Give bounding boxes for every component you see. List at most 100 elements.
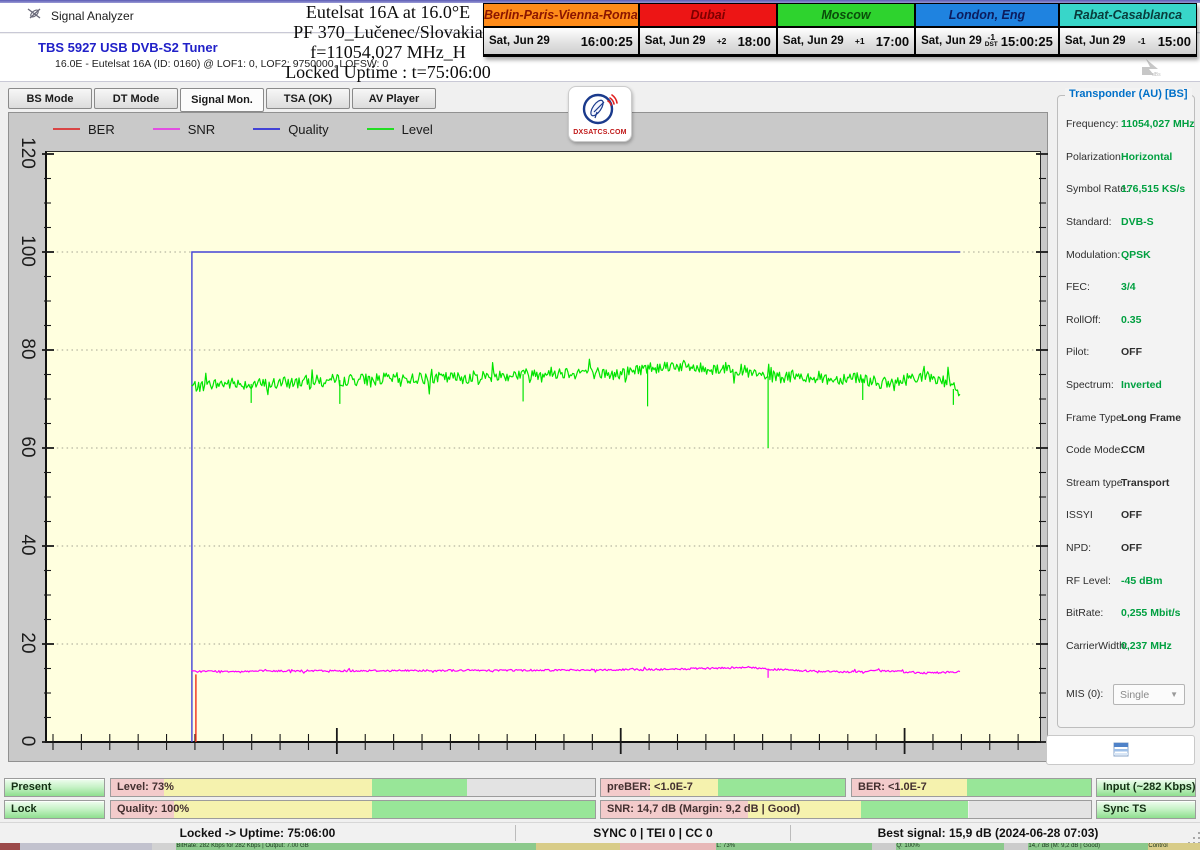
gauge-input-282-kbps-: Input (~282 Kbps) bbox=[1096, 778, 1196, 797]
legend-item-quality: Quality bbox=[253, 122, 328, 137]
clock-time-row: Sat, Jun 29+117:00 bbox=[778, 28, 914, 54]
tab-signal-mon-[interactable]: Signal Mon. bbox=[180, 88, 264, 112]
clock-city: London, Eng bbox=[916, 4, 1058, 28]
legend-swatch bbox=[253, 128, 280, 130]
occluded-segment: Control bbox=[1148, 843, 1200, 850]
transponder-row: Code Mode:CCM bbox=[1058, 434, 1194, 467]
transponder-row: Frequency:11054,027 MHz bbox=[1058, 108, 1194, 141]
occluded-segment: Q: 100% bbox=[896, 843, 1004, 850]
legend-swatch bbox=[53, 128, 80, 130]
legend-swatch bbox=[153, 128, 180, 130]
gauge-ber: BER: <1.0E-7 bbox=[851, 778, 1092, 797]
statusbar-uptime: Locked -> Uptime: 75:06:00 bbox=[0, 823, 515, 843]
mis-label: MIS (0): bbox=[1066, 688, 1103, 700]
transponder-rows: Frequency:11054,027 MHzPolarization:Hori… bbox=[1058, 108, 1194, 662]
clock-cell: MoscowSat, Jun 29+117:00 bbox=[776, 4, 914, 56]
signal-chart: BERSNRQualityLevel 020406080100120 bbox=[8, 112, 1048, 762]
overlay-line-uptime: Locked Uptime : t=75:06:00 bbox=[278, 63, 498, 82]
mis-row: MIS (0): Single ▼ bbox=[1058, 684, 1194, 706]
occluded-segment bbox=[872, 843, 896, 850]
tab-bs-mode[interactable]: BS Mode bbox=[8, 88, 92, 109]
legend-item-ber: BER bbox=[53, 122, 115, 137]
occluded-segment: L: 73% bbox=[716, 843, 872, 850]
clock-city: Rabat-Casablanca bbox=[1060, 4, 1196, 28]
mode-tabs: BS ModeDT ModeSignal Mon.TSA (OK)AV Play… bbox=[8, 88, 436, 112]
transponder-row: Stream type:Transport bbox=[1058, 467, 1194, 500]
mis-select[interactable]: Single ▼ bbox=[1113, 684, 1185, 705]
occluded-window-strip: BitRate: 282 Kbps for 282 Kbps | Output:… bbox=[0, 843, 1200, 850]
overlay-line-site: PF 370_Lučenec/Slovakia bbox=[278, 23, 498, 42]
gauge-lock: Lock bbox=[4, 800, 105, 819]
occluded-segment bbox=[620, 843, 716, 850]
gauge-present: Present bbox=[4, 778, 105, 797]
gauge-row-2: Lock Quality: 100%SNR: 14,7 dB (Margin: 9… bbox=[0, 800, 1200, 819]
dxsatcs-logo: DXSATCS.COM bbox=[568, 86, 632, 142]
transponder-row: FEC:3/4 bbox=[1058, 271, 1194, 304]
legend-swatch bbox=[367, 128, 394, 130]
transponder-panel: Transponder (AU) [BS] Frequency:11054,02… bbox=[1057, 95, 1195, 728]
overlay-line-frequency: f=11054,027 MHz_H bbox=[278, 43, 498, 62]
clock-time-row: Sat, Jun 29-1DST15:00:25 bbox=[916, 28, 1058, 54]
transponder-row: Polarization:Horizontal bbox=[1058, 141, 1194, 174]
transponder-row: ISSYIOFF bbox=[1058, 499, 1194, 532]
satellite-dish-icon bbox=[581, 92, 619, 128]
mis-value: Single bbox=[1120, 689, 1149, 701]
clock-cell: London, EngSat, Jun 29-1DST15:00:25 bbox=[914, 4, 1058, 56]
chevron-down-icon: ▼ bbox=[1170, 690, 1178, 699]
overlay-line-satellite: Eutelsat 16A at 16.0°E bbox=[278, 3, 498, 22]
chart-legend: BER SNR Quality Level bbox=[53, 120, 433, 138]
window-title: Signal Analyzer bbox=[51, 9, 134, 23]
clock-city: Berlin-Paris-Vienna-Roma bbox=[484, 4, 638, 28]
transponder-panel-title: Transponder (AU) [BS] bbox=[1065, 88, 1192, 100]
resize-grip-icon[interactable] bbox=[1193, 837, 1195, 839]
occluded-segment: BitRate: 282 Kbps for 282 Kbps | Output:… bbox=[176, 843, 536, 850]
transponder-row: Modulation:QPSK bbox=[1058, 238, 1194, 271]
transponder-row: RF Level:-45 dBm bbox=[1058, 564, 1194, 597]
gauge-preber: preBER: <1.0E-7 bbox=[600, 778, 846, 797]
occluded-segment bbox=[20, 843, 152, 850]
clock-time-row: Sat, Jun 29-115:00 bbox=[1060, 28, 1196, 54]
gauge-snr: SNR: 14,7 dB (Margin: 9,2 dB | Good) bbox=[600, 800, 1092, 819]
tab-tsa-ok-[interactable]: TSA (OK) bbox=[266, 88, 350, 109]
occluded-segment bbox=[152, 843, 176, 850]
occluded-segment: 14,7 dB (M: 9,2 dB | Good) bbox=[1028, 843, 1148, 850]
gauge-row-1: Present Level: 73%preBER: <1.0E-7 BER: <1.… bbox=[0, 778, 1200, 797]
app-icon bbox=[26, 5, 43, 27]
clock-time-row: Sat, Jun 2916:00:25 bbox=[484, 28, 638, 54]
transponder-row: Spectrum:Inverted bbox=[1058, 369, 1194, 402]
transponder-row: Symbol Rate:176,515 KS/s bbox=[1058, 173, 1194, 206]
transponder-row: CarrierWidth:0,237 MHz bbox=[1058, 630, 1194, 663]
clock-cell: DubaiSat, Jun 29+218:00 bbox=[638, 4, 776, 56]
statusbar-best-signal: Best signal: 15,9 dB (2024-06-28 07:03) bbox=[791, 823, 1185, 843]
gauge-sync-ts: Sync TS bbox=[1096, 800, 1196, 819]
statusbar-counters: SYNC 0 | TEI 0 | CC 0 bbox=[516, 823, 790, 843]
signal-analyzer-window: Signal Analyzer TBS 5927 USB DVB-S2 Tune… bbox=[0, 0, 1200, 850]
legend-item-snr: SNR bbox=[153, 122, 215, 137]
clock-cell: Rabat-CasablancaSat, Jun 29-115:00 bbox=[1058, 4, 1196, 56]
tab-dt-mode[interactable]: DT Mode bbox=[94, 88, 178, 109]
transponder-row: Pilot:OFF bbox=[1058, 336, 1194, 369]
layers-icon bbox=[1111, 742, 1131, 758]
overlay-caption: Eutelsat 16A at 16.0°E PF 370_Lučenec/Sl… bbox=[278, 2, 498, 84]
tuner-details: 16.0E - Eutelsat 16A (ID: 0160) @ LOF1: … bbox=[38, 58, 1200, 70]
legend-item-level: Level bbox=[367, 122, 433, 137]
clock-cell: Berlin-Paris-Vienna-RomaSat, Jun 2916:00… bbox=[484, 4, 638, 56]
tab-av-player[interactable]: AV Player bbox=[352, 88, 436, 109]
gauge-level: Level: 73% bbox=[110, 778, 596, 797]
plot-area bbox=[45, 151, 1041, 743]
logo-text: DXSATCS.COM bbox=[573, 129, 626, 136]
gauge-quality: Quality: 100% bbox=[110, 800, 596, 819]
transponder-row: RollOff:0.35 bbox=[1058, 304, 1194, 337]
transponder-row: Standard:DVB-S bbox=[1058, 206, 1194, 239]
transponder-row: NPD:OFF bbox=[1058, 532, 1194, 565]
clock-time-row: Sat, Jun 29+218:00 bbox=[640, 28, 776, 54]
occluded-segment bbox=[1004, 843, 1028, 850]
occluded-segment bbox=[536, 843, 620, 850]
occluded-segment bbox=[0, 843, 20, 850]
world-clocks: Berlin-Paris-Vienna-RomaSat, Jun 2916:00… bbox=[483, 3, 1197, 57]
panel-button[interactable] bbox=[1046, 735, 1195, 765]
watermark-icon: dBs bbox=[1138, 57, 1164, 82]
statusbar: Locked -> Uptime: 75:06:00 SYNC 0 | TEI … bbox=[0, 822, 1200, 843]
transponder-row: Frame Type:Long Frame bbox=[1058, 401, 1194, 434]
clock-city: Moscow bbox=[778, 4, 914, 28]
